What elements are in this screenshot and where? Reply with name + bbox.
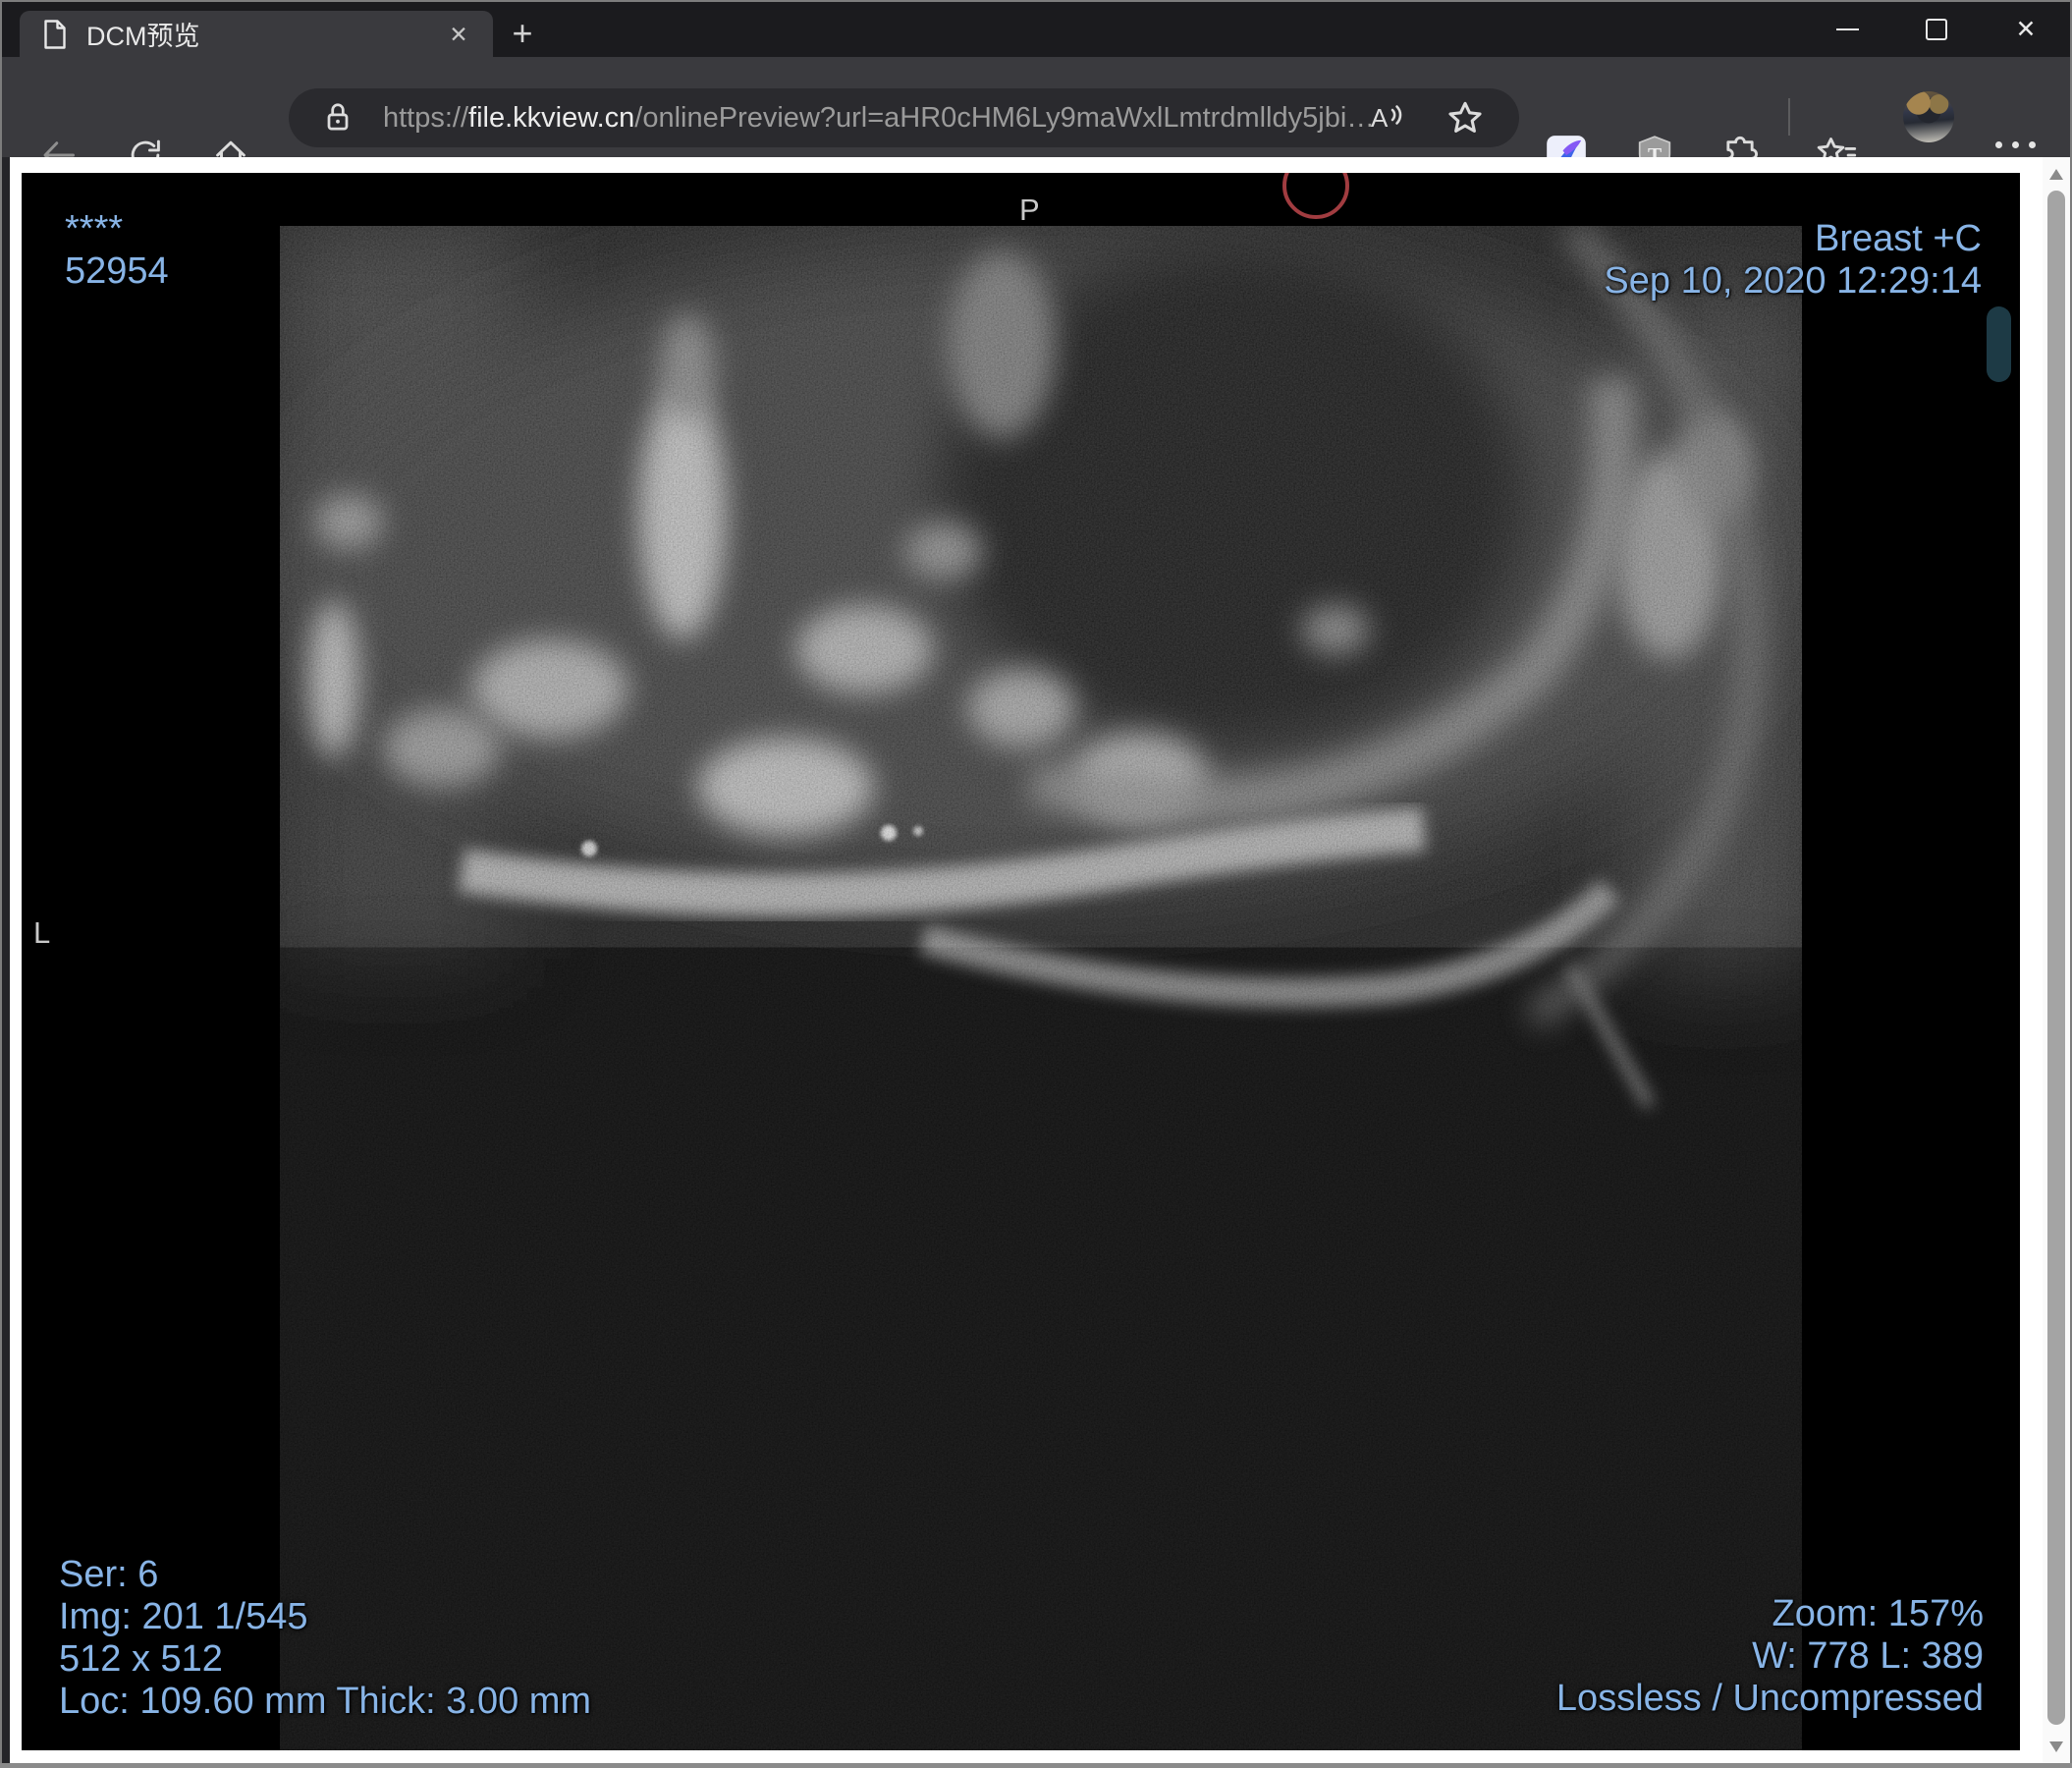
- document-favicon-icon: [44, 19, 66, 49]
- url-path: /onlinePreview?url=aHR0cHM6Ly9maWxlLmtrd…: [634, 101, 1375, 134]
- zoom-level: Zoom: 157%: [1772, 1593, 1984, 1634]
- window-left-edge: [2, 157, 10, 1764]
- image-number: Img: 201 1/545: [59, 1596, 308, 1637]
- favorite-star-icon[interactable]: [1445, 98, 1485, 138]
- new-tab-button[interactable]: +: [503, 13, 542, 53]
- page-scrollbar[interactable]: [2043, 157, 2070, 1764]
- patient-id: 52954: [65, 250, 169, 292]
- tab-close-icon[interactable]: ✕: [442, 19, 475, 50]
- profile-avatar[interactable]: [1903, 91, 1954, 142]
- minimize-icon: [1835, 28, 1859, 30]
- read-aloud-icon[interactable]: A: [1365, 98, 1404, 138]
- mri-image: [280, 173, 1802, 1750]
- lock-icon[interactable]: [320, 100, 355, 136]
- compression-info: Lossless / Uncompressed: [1555, 1678, 1984, 1719]
- study-datetime: Sep 10, 2020 12:29:14: [1604, 260, 1982, 302]
- series-number: Ser: 6: [59, 1554, 159, 1595]
- browser-toolbar: https://file.kkview.cn/onlinePreview?url…: [2, 57, 2070, 178]
- window-minimize-button[interactable]: [1817, 2, 1878, 57]
- url-text[interactable]: https://file.kkview.cn/onlinePreview?url…: [383, 88, 1375, 147]
- toolbar-divider: [1788, 98, 1790, 136]
- tab-title: DCM预览: [86, 22, 200, 51]
- url-domain: file.kkview.cn: [468, 101, 635, 134]
- patient-mask: ****: [65, 208, 124, 249]
- slice-location: Loc: 109.60 mm Thick: 3.00 mm: [59, 1681, 592, 1722]
- display-info-block: Zoom: 157% W: 778 L: 389 Lossless / Unco…: [1556, 1593, 1984, 1720]
- dicom-viewer-canvas[interactable]: **** 52954 P Breast +C Sep 10, 2020 12:2…: [22, 173, 2020, 1750]
- image-matrix: 512 x 512: [59, 1638, 223, 1680]
- orientation-label-posterior: P: [1019, 193, 1040, 227]
- scrollbar-up-arrow[interactable]: [2049, 169, 2063, 180]
- maximize-icon: [1926, 19, 1947, 40]
- study-info-block: Breast +C Sep 10, 2020 12:29:14: [1604, 218, 1982, 303]
- browser-window: DCM预览 ✕ + ✕ https:// file.kkview.cn /onl…: [0, 0, 2072, 1768]
- scrollbar-thumb[interactable]: [2047, 191, 2065, 1725]
- annotation-circle: [1282, 173, 1349, 219]
- tab-strip: DCM预览 ✕ + ✕: [2, 2, 2070, 57]
- address-bar[interactable]: https://file.kkview.cn/onlinePreview?url…: [289, 88, 1519, 147]
- window-close-button[interactable]: ✕: [1995, 2, 2056, 57]
- scrollbar-down-arrow[interactable]: [2049, 1741, 2063, 1752]
- study-name: Breast +C: [1814, 218, 1982, 259]
- window-maximize-button[interactable]: [1906, 2, 1967, 57]
- svg-text:A: A: [1371, 103, 1389, 133]
- settings-more-icon[interactable]: [1995, 141, 2036, 148]
- patient-info-block: **** 52954: [65, 208, 169, 293]
- url-scheme: https://: [383, 101, 469, 134]
- window-bottom-border: [0, 1763, 2072, 1768]
- window-level: W: 778 L: 389: [1752, 1635, 1984, 1677]
- mri-tissue-art: [280, 226, 1802, 1750]
- series-info-block: Ser: 6 Img: 201 1/545 512 x 512 Loc: 109…: [59, 1554, 591, 1723]
- series-scroll-indicator: [1987, 306, 2011, 382]
- orientation-label-left: L: [33, 915, 51, 950]
- tab-dcm-preview[interactable]: DCM预览 ✕: [20, 11, 493, 57]
